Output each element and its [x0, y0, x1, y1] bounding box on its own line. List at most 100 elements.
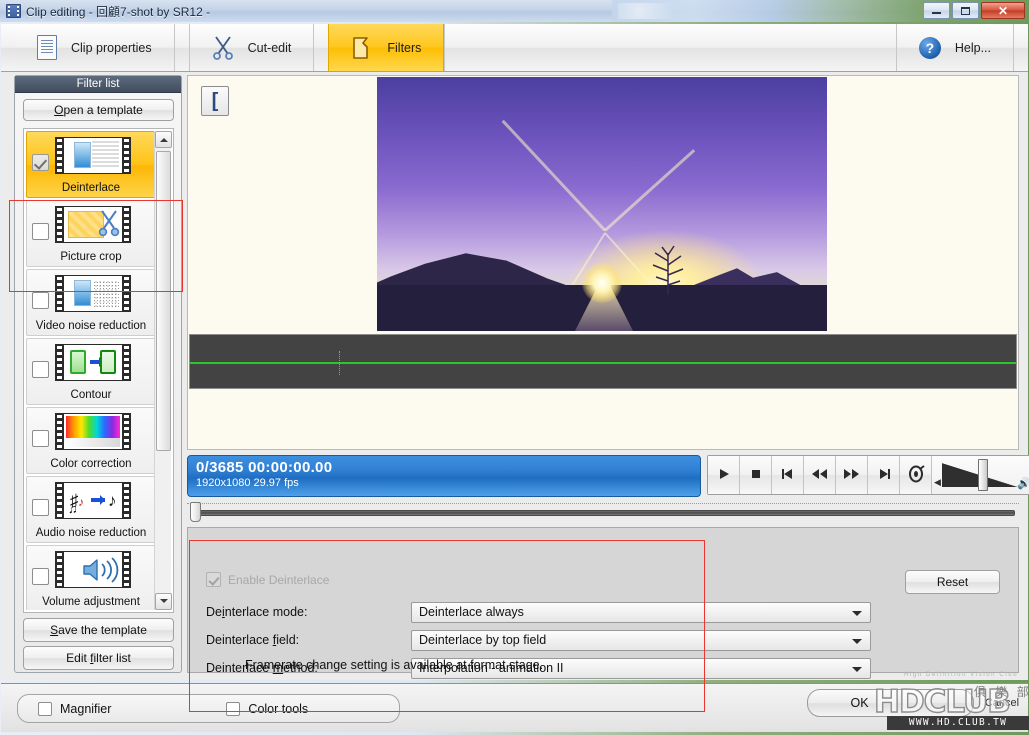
ok-button-label: OK — [850, 696, 869, 710]
color-correction-thumbnail-icon — [55, 413, 131, 450]
transport-bar: 0/3685 00:00:00.00 1920x1080 29.97 fps ◀… — [187, 455, 1029, 497]
color-tools-checkbox[interactable] — [226, 701, 241, 716]
audio-waveform[interactable] — [189, 334, 1017, 389]
slider-focus-outline — [187, 503, 1019, 504]
view-tools-group: Magnifier Color tools — [17, 694, 400, 723]
filter-item-label: Audio noise reduction — [35, 527, 147, 539]
tab-filters-label: Filters — [387, 40, 422, 55]
timecode-format: 1920x1080 29.97 fps — [196, 477, 299, 489]
sun-glow — [582, 263, 622, 303]
framerate-hint-text: Framerate change setting is available at… — [245, 658, 544, 672]
volume-slider[interactable]: ◀ 🔊 — [932, 456, 1029, 494]
filter-checkbox-video-noise-reduction[interactable] — [32, 292, 49, 309]
timecode-main: 0/3685 00:00:00.00 — [196, 459, 333, 476]
document-icon — [37, 35, 57, 60]
tab-filters[interactable]: Filters — [328, 24, 445, 71]
open-template-label: Open a template — [54, 103, 143, 117]
filter-checkbox-audio-noise-reduction[interactable] — [32, 499, 49, 516]
filter-item-volume-adjustment[interactable]: Volume adjustment — [26, 545, 156, 610]
chevron-down-icon — [852, 638, 862, 649]
enable-deinterlace-row[interactable]: Enable Deinterlace — [206, 572, 329, 587]
color-tools-checkbox-item[interactable]: Color tools — [226, 701, 309, 716]
filter-checkbox-volume-adjustment[interactable] — [32, 568, 49, 585]
deinterlace-field-select[interactable]: Deinterlace by top field — [411, 629, 871, 651]
window-controls: ✕ — [923, 2, 1025, 19]
toolbar-spacer — [444, 24, 895, 71]
close-button[interactable]: ✕ — [981, 2, 1025, 19]
filter-list-title: Filter list — [15, 76, 181, 93]
save-template-button[interactable]: Save the template — [23, 618, 174, 642]
maximize-icon — [961, 6, 970, 15]
reset-button[interactable]: Reset — [905, 570, 1000, 594]
scissors-icon — [212, 35, 234, 60]
filter-item-label: Picture crop — [60, 251, 122, 263]
filter-item-label: Deinterlace — [61, 182, 121, 194]
save-template-label: Save the template — [50, 623, 147, 637]
cancel-button[interactable]: Cancel — [980, 689, 1024, 717]
filter-checkbox-picture-crop[interactable] — [32, 223, 49, 240]
chevron-down-icon — [852, 666, 862, 677]
audio-noise-reduction-thumbnail-icon: ♯ ♪ ♫ ♪ — [55, 482, 131, 519]
filter-list-box[interactable]: Deinterlace Picture crop Video noise red… — [23, 128, 174, 613]
tab-clip-properties-label: Clip properties — [71, 40, 152, 55]
tab-divider — [314, 24, 328, 71]
open-template-button[interactable]: Open a template — [23, 99, 174, 121]
filter-checkbox-color-correction[interactable] — [32, 430, 49, 447]
ok-button[interactable]: OK — [807, 689, 974, 717]
filter-item-picture-crop[interactable]: Picture crop — [26, 200, 156, 267]
position-slider[interactable] — [187, 501, 1019, 523]
scroll-up-button[interactable] — [155, 131, 172, 148]
position-track[interactable] — [195, 510, 1015, 516]
video-preview[interactable] — [377, 77, 827, 331]
rewind-button[interactable] — [804, 456, 836, 494]
deinterlace-field-value: Deinterlace by top field — [419, 633, 547, 647]
magnifier-checkbox[interactable] — [38, 701, 52, 716]
deinterlace-mode-value: Deinterlace always — [419, 605, 524, 619]
stop-button[interactable] — [740, 456, 772, 494]
picture-crop-thumbnail-icon — [55, 206, 131, 243]
speaker-icon: 🔊 — [1017, 478, 1029, 490]
magnifier-checkbox-item[interactable]: Magnifier — [38, 701, 111, 716]
mark-in-bracket-icon[interactable]: [ — [201, 86, 229, 116]
contour-thumbnail-icon — [55, 344, 131, 381]
next-frame-button[interactable] — [868, 456, 900, 494]
fast-forward-icon — [843, 467, 860, 484]
filter-list-scrollbar[interactable] — [154, 131, 172, 610]
maximize-button[interactable] — [952, 2, 979, 19]
color-tools-label: Color tools — [248, 701, 309, 716]
minimize-button[interactable] — [923, 2, 950, 19]
filter-item-video-noise-reduction[interactable]: Video noise reduction — [26, 269, 156, 336]
scroll-down-button[interactable] — [155, 593, 172, 610]
play-button[interactable] — [708, 456, 740, 494]
position-thumb[interactable] — [190, 502, 201, 522]
fast-forward-button[interactable] — [836, 456, 868, 494]
help-button-label: Help... — [954, 40, 991, 55]
filter-item-audio-noise-reduction[interactable]: ♯ ♪ ♫ ♪ Audio noise reduction — [26, 476, 156, 543]
title-bar: Clip editing - 回顧7-shot by SR12 - ✕ — [0, 0, 1029, 22]
main-body: Filter list Open a template Deinterlace … — [1, 72, 1029, 712]
video-noise-reduction-thumbnail-icon — [55, 275, 131, 312]
filter-item-deinterlace[interactable]: Deinterlace — [26, 131, 156, 198]
tab-cut-edit[interactable]: Cut-edit — [188, 24, 315, 71]
filter-checkbox-deinterlace[interactable] — [32, 154, 49, 171]
edit-filter-list-label: Edit filter list — [66, 651, 131, 665]
next-frame-icon — [876, 467, 892, 484]
filter-item-color-correction[interactable]: Color correction — [26, 407, 156, 474]
deinterlace-mode-label: Deinterlace mode: — [206, 605, 308, 619]
tree-silhouette — [645, 243, 691, 295]
help-button[interactable]: ? Help... — [895, 24, 1014, 71]
scrollbar-thumb[interactable] — [156, 151, 171, 451]
filter-item-contour[interactable]: Contour — [26, 338, 156, 405]
jog-shuttle-button[interactable] — [900, 456, 932, 494]
edit-filter-list-button[interactable]: Edit filter list — [23, 646, 174, 670]
previous-frame-button[interactable] — [772, 456, 804, 494]
deinterlace-thumbnail-icon — [55, 137, 131, 174]
play-icon — [717, 467, 731, 484]
filter-checkbox-contour[interactable] — [32, 361, 49, 378]
chevron-down-icon — [852, 610, 862, 621]
deinterlace-mode-select[interactable]: Deinterlace always — [411, 601, 871, 623]
waveform-cursor — [339, 351, 340, 375]
volume-thumb[interactable] — [978, 459, 988, 491]
tab-clip-properties[interactable]: Clip properties — [15, 24, 175, 71]
question-circle-icon: ? — [918, 36, 941, 59]
